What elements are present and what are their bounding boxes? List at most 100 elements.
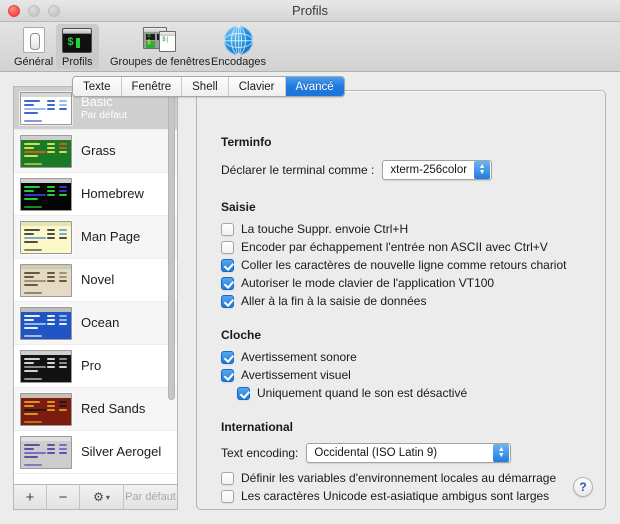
toolbar-item-encodages[interactable]: Encodages xyxy=(205,24,272,69)
tab-shell[interactable]: Shell xyxy=(182,77,229,96)
profile-row[interactable]: Pro xyxy=(14,345,177,388)
toolbar-item-general[interactable]: Général xyxy=(8,24,59,69)
checkbox-checked-icon[interactable] xyxy=(221,277,234,290)
profiles-scrollbar[interactable] xyxy=(168,90,175,420)
profile-text: Ocean xyxy=(81,316,119,330)
tab-avanc[interactable]: Avancé xyxy=(285,77,344,96)
chevron-updown-icon: ▲ ▼ xyxy=(474,161,491,179)
title-bar: Profils xyxy=(0,0,620,22)
checkbox-checked-icon[interactable] xyxy=(221,369,234,382)
checkbox-unchecked-icon[interactable] xyxy=(221,223,234,236)
section-heading-cloche: Cloche xyxy=(221,328,262,342)
checkbox-row[interactable]: La touche Suppr. envoie Ctrl+H xyxy=(221,222,591,236)
checkbox-unchecked-icon[interactable] xyxy=(221,241,234,254)
tab-fentre[interactable]: Fenêtre xyxy=(121,77,183,96)
profile-name: Ocean xyxy=(81,315,120,330)
profile-name: Man Page xyxy=(81,229,141,244)
profile-row[interactable]: Novel xyxy=(14,259,177,302)
profiles-toolbar: + − ⚙ ▾ Par défaut xyxy=(13,484,178,510)
profile-thumbnail xyxy=(20,220,72,254)
profile-row[interactable]: Red Sands xyxy=(14,388,177,431)
remove-profile-button[interactable]: − xyxy=(47,485,80,509)
toolbar-item-groupes-de-fenetres[interactable]: Groupes de fenêtres xyxy=(104,24,216,69)
profile-row[interactable]: Man Page xyxy=(14,216,177,259)
text-encoding-dropdown[interactable]: Occidental (ISO Latin 9) ▲ ▼ xyxy=(306,443,512,463)
panel-content: Terminfo Déclarer le terminal comme : xt… xyxy=(221,135,591,503)
declare-terminal-dropdown[interactable]: xterm-256color ▲ ▼ xyxy=(382,160,493,180)
checkbox-row[interactable]: Définir les variables d'environnement lo… xyxy=(221,471,591,485)
checkbox-label: Uniquement quand le son est désactivé xyxy=(257,386,468,400)
checkbox-label: Coller les caractères de nouvelle ligne … xyxy=(241,258,567,272)
checkbox-checked-icon[interactable] xyxy=(237,387,250,400)
profile-thumbnail xyxy=(20,306,72,340)
profile-name: Pro xyxy=(81,358,102,373)
checkbox-row[interactable]: Les caractères Unicode est-asiatique amb… xyxy=(221,489,591,503)
checkbox-row[interactable]: Avertissement sonore xyxy=(221,350,591,364)
profile-text: Silver Aerogel xyxy=(81,445,161,459)
settings-panel: Terminfo Déclarer le terminal comme : xt… xyxy=(196,90,606,510)
checkbox-unchecked-icon[interactable] xyxy=(221,472,234,485)
profiles-sidebar: Basic Par défaut Grass Homebrew Man Page Nove… xyxy=(13,86,178,510)
profile-text: Basic Par défaut xyxy=(81,95,127,120)
toolbar-item-profils[interactable]: $ Profils xyxy=(56,24,99,69)
terminal-icon: $ xyxy=(62,26,93,54)
profile-thumbnail xyxy=(20,349,72,383)
profile-text: Man Page xyxy=(81,230,140,244)
profile-thumbnail xyxy=(20,392,72,426)
section-heading-terminfo: Terminfo xyxy=(221,135,272,149)
profile-thumbnail xyxy=(20,435,72,469)
profile-name: Novel xyxy=(81,272,115,287)
profiles-list[interactable]: Basic Par défaut Grass Homebrew Man Page Nove… xyxy=(13,86,178,484)
profile-row[interactable]: Ocean xyxy=(14,302,177,345)
text-encoding-value: Occidental (ISO Latin 9) xyxy=(314,447,438,459)
profile-thumbnail xyxy=(20,177,72,211)
toolbar-item-label: Profils xyxy=(62,56,93,68)
checkbox-checked-icon[interactable] xyxy=(221,351,234,364)
tab-texte[interactable]: Texte xyxy=(73,77,122,96)
checkbox-label: Les caractères Unicode est-asiatique amb… xyxy=(241,489,550,503)
checkbox-checked-icon[interactable] xyxy=(221,259,234,272)
checkbox-row[interactable]: Avertissement visuel xyxy=(221,368,591,382)
profile-name: Homebrew xyxy=(81,186,144,201)
profile-name: Grass xyxy=(81,143,116,158)
checkbox-label: Encoder par échappement l'entrée non ASC… xyxy=(241,240,548,254)
declare-terminal-label: Déclarer le terminal comme : xyxy=(221,163,375,177)
help-button[interactable]: ? xyxy=(573,477,593,497)
cloche-options: Avertissement sonore Avertissement visuel… xyxy=(221,350,591,400)
checkbox-label: Avertissement sonore xyxy=(241,350,357,364)
checkbox-row[interactable]: Aller à la fin à la saisie de données xyxy=(221,294,591,308)
profile-row[interactable]: Homebrew xyxy=(14,173,177,216)
profile-name: Basic xyxy=(81,95,113,110)
checkbox-row[interactable]: Coller les caractères de nouvelle ligne … xyxy=(221,258,591,272)
profile-name: Silver Aerogel xyxy=(81,444,162,459)
saisie-options: La touche Suppr. envoie Ctrl+H Encoder pa… xyxy=(221,222,591,308)
tab-clavier[interactable]: Clavier xyxy=(228,77,286,96)
checkbox-label: Autoriser le mode clavier de l'applicati… xyxy=(241,276,495,290)
scrollbar-thumb[interactable] xyxy=(168,90,175,400)
set-default-button[interactable]: Par défaut xyxy=(124,485,177,509)
checkbox-row[interactable]: Uniquement quand le son est désactivé xyxy=(237,386,591,400)
profile-row[interactable]: Silver Aerogel xyxy=(14,431,177,474)
section-heading-international: International xyxy=(221,420,294,434)
chevron-updown-icon: ▲ ▼ xyxy=(493,444,510,462)
window-title: Profils xyxy=(291,3,329,18)
window-groups-icon xyxy=(142,26,178,54)
gear-icon: ⚙ xyxy=(93,490,104,504)
globe-icon xyxy=(224,26,254,55)
section-heading-saisie: Saisie xyxy=(221,200,256,214)
profile-name: Red Sands xyxy=(81,401,146,416)
profile-actions-button[interactable]: ⚙ ▾ xyxy=(80,485,124,509)
profile-row[interactable]: Grass xyxy=(14,130,177,173)
checkbox-label: Avertissement visuel xyxy=(241,368,351,382)
general-icon xyxy=(19,26,49,54)
checkbox-label: La touche Suppr. envoie Ctrl+H xyxy=(241,222,409,236)
profile-thumbnail xyxy=(20,91,72,125)
checkbox-label: Définir les variables d'environnement lo… xyxy=(241,471,557,485)
add-profile-button[interactable]: + xyxy=(14,485,47,509)
preferences-window: Profils Général $ Profils Groupes de fen… xyxy=(0,0,620,524)
checkbox-checked-icon[interactable] xyxy=(221,295,234,308)
text-encoding-label: Text encoding: xyxy=(221,446,299,460)
checkbox-row[interactable]: Autoriser le mode clavier de l'applicati… xyxy=(221,276,591,290)
checkbox-row[interactable]: Encoder par échappement l'entrée non ASC… xyxy=(221,240,591,254)
checkbox-unchecked-icon[interactable] xyxy=(221,490,234,503)
